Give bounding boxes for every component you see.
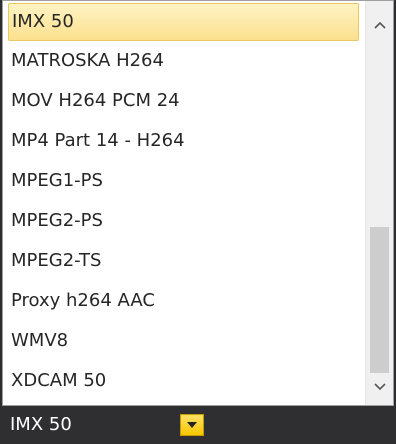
scrollbar-thumb[interactable] <box>370 227 389 373</box>
list-item[interactable]: Proxy h264 AAC <box>3 281 365 321</box>
list-item-selected[interactable]: IMX 50 <box>8 3 359 41</box>
chevron-up-icon[interactable] <box>366 11 393 39</box>
caret-down-icon <box>187 422 197 428</box>
list-item[interactable]: XDCAM 50 <box>3 361 365 401</box>
format-combobox[interactable]: IMX 50 <box>0 406 396 444</box>
list-item[interactable]: MPEG2-PS <box>3 201 365 241</box>
list-item[interactable]: MOV H264 PCM 24 <box>3 81 365 121</box>
list-item[interactable]: MPEG2-TS <box>3 241 365 281</box>
list-item[interactable]: MPEG1-PS <box>3 161 365 201</box>
list-item[interactable]: MATROSKA H264 <box>3 41 365 81</box>
combobox-value: IMX 50 <box>10 414 72 435</box>
list-item[interactable]: WMV8 <box>3 321 365 361</box>
list-item[interactable]: MP4 Part 14 - H264 <box>3 121 365 161</box>
chevron-down-icon[interactable] <box>366 373 393 401</box>
dropdown-items: IMX 50 MATROSKA H264 MOV H264 PCM 24 MP4… <box>3 1 365 405</box>
dropdown-list: IMX 50 MATROSKA H264 MOV H264 PCM 24 MP4… <box>2 0 394 406</box>
vertical-scrollbar[interactable] <box>365 1 393 405</box>
dropdown-button[interactable] <box>180 414 204 436</box>
